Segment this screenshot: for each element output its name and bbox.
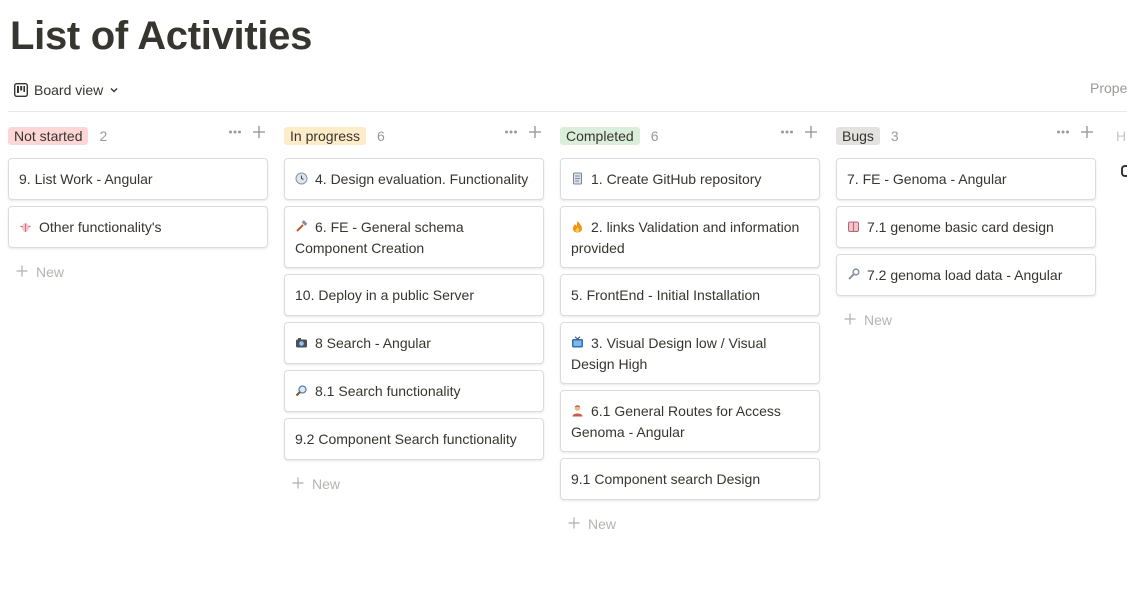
board-card[interactable]: 9.1 Component search Design (560, 458, 820, 500)
clipped-icon (1121, 165, 1127, 177)
board-card[interactable]: 8.1 Search functionality (284, 370, 544, 412)
new-card-label: New (864, 312, 893, 328)
board-view-label: Board view (34, 82, 104, 98)
card-title: 5. FrontEnd - Initial Installation (571, 287, 761, 303)
properties-button[interactable]: Prope (1090, 80, 1127, 96)
board-card[interactable]: 9.2 Component Search functionality (284, 418, 544, 460)
board-card[interactable]: 5. FrontEnd - Initial Installation (560, 274, 820, 316)
card-icon (847, 220, 860, 233)
header-divider (8, 111, 1127, 112)
board-card[interactable]: 9. List Work - Angular (8, 158, 268, 200)
card-title: 7.1 genome basic card design (867, 219, 1054, 235)
card-title: 9.2 Component Search functionality (295, 431, 517, 447)
board-card[interactable]: 6.1 General Routes for Access Genoma - A… (560, 390, 820, 452)
more-options-icon[interactable] (780, 125, 794, 139)
card-title: 9.1 Component search Design (571, 471, 761, 487)
bug-icon (19, 220, 32, 233)
new-card-label: New (312, 476, 341, 492)
board-card[interactable]: Other functionality's (8, 206, 268, 248)
board-card[interactable]: 6. FE - General schema Component Creatio… (284, 206, 544, 268)
card-title: 6. FE - General schema Component Creatio… (295, 219, 464, 256)
card-title: 8 Search - Angular (315, 335, 431, 351)
new-card-label: New (36, 264, 65, 280)
hidden-groups-label[interactable]: H (1116, 128, 1126, 144)
new-card-label: New (588, 516, 617, 532)
card-title: Other functionality's (39, 219, 162, 235)
board-column: Not started 2 9. List Work - Angular Other … (8, 124, 270, 280)
column-count: 6 (650, 128, 659, 144)
column-actions (1056, 125, 1094, 139)
column-header: Not started 2 (8, 124, 270, 148)
plus-icon (292, 476, 304, 492)
wrench-icon (847, 268, 860, 281)
add-card-icon[interactable] (1080, 125, 1094, 139)
add-card-icon[interactable] (804, 125, 818, 139)
column-actions (504, 125, 542, 139)
hammer-icon (295, 220, 308, 233)
board-card[interactable]: 7.1 genome basic card design (836, 206, 1096, 248)
magnifier-icon (295, 384, 308, 397)
column-header: Bugs 3 (836, 124, 1098, 148)
more-options-icon[interactable] (228, 125, 242, 139)
new-card-button[interactable]: New (844, 312, 892, 328)
card-title: 2. links Validation and information prov… (571, 219, 800, 256)
board-card[interactable]: 4. Design evaluation. Functionality (284, 158, 544, 200)
plus-icon (568, 516, 580, 532)
column-count: 6 (377, 128, 385, 144)
fire-icon (571, 220, 584, 233)
chevron-down-icon (109, 85, 119, 95)
status-badge[interactable]: Not started (8, 127, 89, 145)
status-badge[interactable]: Completed (560, 127, 640, 145)
board-column: In progress 6 4. Design evaluation. Functi… (284, 124, 546, 492)
page-title: List of Activities (10, 14, 313, 58)
column-actions (780, 125, 818, 139)
board-view-switch[interactable]: Board view (14, 79, 119, 101)
board-column: Bugs 3 7. FE - Genoma - Angular 7.1 genome … (836, 124, 1098, 328)
person-icon (571, 404, 584, 417)
new-card-button[interactable]: New (568, 516, 616, 532)
add-card-icon[interactable] (252, 125, 266, 139)
column-count: 2 (99, 128, 108, 144)
card-title: 7.2 genoma load data - Angular (867, 267, 1063, 283)
board-view-icon (14, 83, 28, 97)
card-title: 4. Design evaluation. Functionality (315, 171, 529, 187)
card-title: 8.1 Search functionality (315, 383, 461, 399)
new-card-button[interactable]: New (16, 264, 64, 280)
card-title: 3. Visual Design low / Visual Design Hig… (571, 335, 767, 372)
new-card-button[interactable]: New (292, 476, 340, 492)
board-card[interactable]: 1. Create GitHub repository (560, 158, 820, 200)
board-card[interactable]: 2. links Validation and information prov… (560, 206, 820, 268)
card-title: 7. FE - Genoma - Angular (847, 171, 1007, 187)
tv-icon (571, 336, 584, 349)
more-options-icon[interactable] (504, 125, 518, 139)
status-badge[interactable]: In progress (284, 127, 367, 145)
board-card[interactable]: 3. Visual Design low / Visual Design Hig… (560, 322, 820, 384)
status-badge[interactable]: Bugs (836, 127, 880, 145)
column-count: 3 (890, 128, 899, 144)
card-title: 9. List Work - Angular (19, 171, 153, 187)
column-header: In progress 6 (284, 124, 546, 148)
column-actions (228, 125, 266, 139)
more-options-icon[interactable] (1056, 125, 1070, 139)
board-card[interactable]: 10. Deploy in a public Server (284, 274, 544, 316)
add-card-icon[interactable] (528, 125, 542, 139)
plus-icon (844, 312, 856, 328)
card-title: 10. Deploy in a public Server (295, 287, 474, 303)
board-card[interactable]: 8 Search - Angular (284, 322, 544, 364)
plus-icon (16, 264, 28, 280)
board-card[interactable]: 7.2 genoma load data - Angular (836, 254, 1096, 296)
card-title: 1. Create GitHub repository (591, 171, 762, 187)
clock-icon (295, 172, 308, 185)
document-icon (571, 172, 584, 185)
column-header: Completed 6 (560, 124, 822, 148)
board-column: Completed 6 1. Create GitHub repository 2. … (560, 124, 822, 532)
card-title: 6.1 General Routes for Access Genoma - A… (571, 403, 781, 440)
camera-icon (295, 336, 308, 349)
board-card[interactable]: 7. FE - Genoma - Angular (836, 158, 1096, 200)
